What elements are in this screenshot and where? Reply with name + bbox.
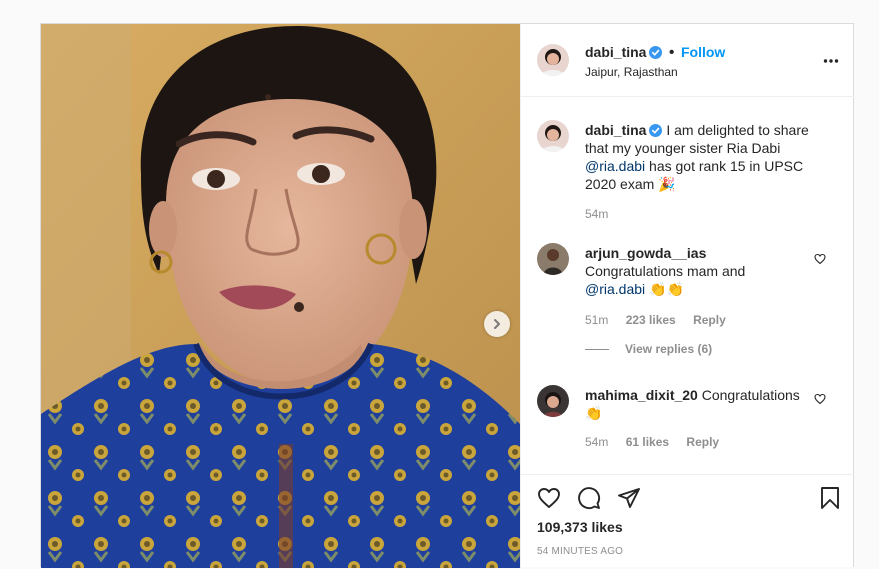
clap-emoji: 👏 xyxy=(585,405,603,421)
selfie-photo xyxy=(41,24,520,568)
comment-like-heart-icon[interactable] xyxy=(814,253,826,265)
avatar-image xyxy=(537,44,569,76)
caption-time[interactable]: 54m xyxy=(585,207,608,221)
comment-username[interactable]: arjun_gowda__ias xyxy=(585,245,706,261)
dot-separator: • xyxy=(668,44,675,61)
reply-button[interactable]: Reply xyxy=(693,313,726,327)
comment: arjun_gowda__ias Congratulations mam and… xyxy=(585,244,810,298)
comment-likes[interactable]: 223 likes xyxy=(626,313,676,327)
comment-like-heart-icon[interactable] xyxy=(814,393,826,405)
follow-button[interactable]: Follow xyxy=(681,44,725,60)
comment: mahima_dixit_20 Congratulations 👏 xyxy=(585,386,810,422)
post-card: dabi_tina • Follow Jaipur, Rajasthan dab… xyxy=(40,23,854,568)
bookmark-icon[interactable] xyxy=(818,486,842,510)
comment-avatar[interactable] xyxy=(537,243,569,275)
post-actions: 109,373 likes 54 MINUTES AGO xyxy=(521,474,854,569)
party-popper-emoji: 🎉 xyxy=(658,176,676,192)
post-header: dabi_tina • Follow Jaipur, Rajasthan xyxy=(521,24,854,97)
view-replies-label: View replies (6) xyxy=(625,342,713,356)
more-options-icon[interactable] xyxy=(823,53,839,69)
mention-link[interactable]: @ria.dabi xyxy=(585,281,645,297)
verified-badge-icon xyxy=(649,124,663,137)
avatar[interactable] xyxy=(537,44,569,76)
caption-meta: 54m xyxy=(585,207,622,221)
posted-time[interactable]: 54 MINUTES AGO xyxy=(537,546,623,557)
comment-text: Congratulations mam and xyxy=(585,263,746,279)
mention-link[interactable]: @ria.dabi xyxy=(585,158,645,174)
verified-badge-icon xyxy=(649,46,663,59)
post-image[interactable] xyxy=(41,24,520,568)
share-icon[interactable] xyxy=(617,486,641,510)
chevron-right-icon xyxy=(494,319,500,329)
comment-time[interactable]: 51m xyxy=(585,313,608,327)
username-link[interactable]: dabi_tina xyxy=(585,44,646,60)
location-link[interactable]: Jaipur, Rajasthan xyxy=(585,65,678,79)
avatar-image xyxy=(537,120,569,152)
comment-likes[interactable]: 61 likes xyxy=(626,435,669,449)
reply-button[interactable]: Reply xyxy=(686,435,719,449)
comment-username[interactable]: mahima_dixit_20 xyxy=(585,387,698,403)
comment-avatar[interactable] xyxy=(537,385,569,417)
caption-username[interactable]: dabi_tina xyxy=(585,122,646,138)
avatar-image xyxy=(537,243,569,275)
comment-meta: 51m 223 likes Reply xyxy=(585,313,740,327)
heart-icon[interactable] xyxy=(537,486,561,510)
likes-count[interactable]: 109,373 likes xyxy=(537,519,623,535)
next-image-button[interactable] xyxy=(484,311,510,337)
caption-avatar[interactable] xyxy=(537,120,569,152)
comment-icon[interactable] xyxy=(577,486,601,510)
comment-meta: 54m 61 likes Reply xyxy=(585,435,733,449)
avatar-image xyxy=(537,385,569,417)
clap-emoji: 👏👏 xyxy=(649,281,684,297)
comment-text: Congratulations xyxy=(701,387,800,403)
replies-divider xyxy=(585,348,609,350)
caption: dabi_tina I am delighted to share that m… xyxy=(585,121,820,193)
post-details-panel: dabi_tina • Follow Jaipur, Rajasthan dab… xyxy=(520,24,854,568)
header-title-row: dabi_tina • Follow xyxy=(585,44,725,62)
view-replies-button[interactable]: View replies (6) xyxy=(585,342,712,356)
comment-time[interactable]: 54m xyxy=(585,435,608,449)
